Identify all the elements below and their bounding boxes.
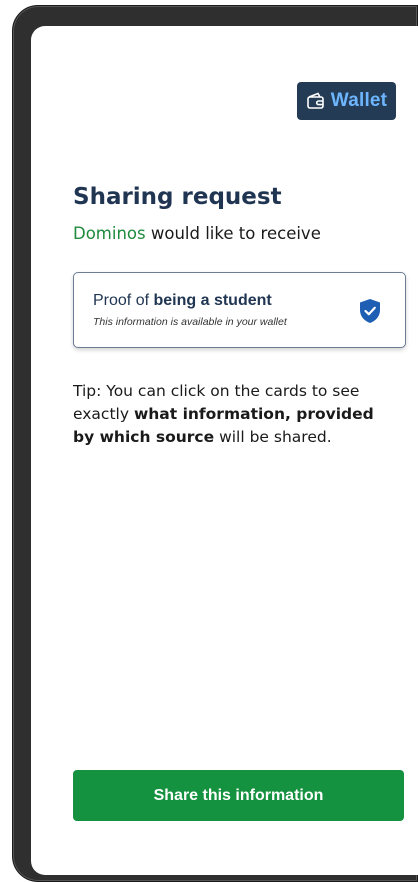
- credential-card[interactable]: Proof of being a student This informatio…: [73, 272, 406, 348]
- credential-description: This information is available in your wa…: [93, 316, 287, 328]
- share-information-button[interactable]: Share this information: [73, 770, 404, 821]
- phone-frame: Wallet Sharing request Dominos would lik…: [12, 5, 418, 882]
- request-subtitle: Dominos would like to receive: [73, 224, 321, 243]
- tip-label: Tip: [73, 382, 97, 400]
- credential-title-prefix: Proof of: [93, 292, 154, 309]
- app-screen: Wallet Sharing request Dominos would lik…: [31, 26, 418, 875]
- tip-text-part-2: will be shared.: [214, 428, 332, 446]
- organization-name: Dominos: [73, 224, 146, 243]
- page-title: Sharing request: [73, 184, 282, 210]
- tip-text: Tip: You can click on the cards to see e…: [73, 380, 393, 449]
- request-subtitle-text: would like to receive: [145, 224, 321, 243]
- verified-shield-icon: [359, 298, 381, 328]
- wallet-button[interactable]: Wallet: [297, 82, 396, 120]
- credential-title: Proof of being a student: [93, 292, 272, 310]
- credential-title-bold: being a student: [153, 292, 272, 309]
- wallet-icon: [306, 92, 326, 110]
- wallet-label: Wallet: [330, 90, 388, 111]
